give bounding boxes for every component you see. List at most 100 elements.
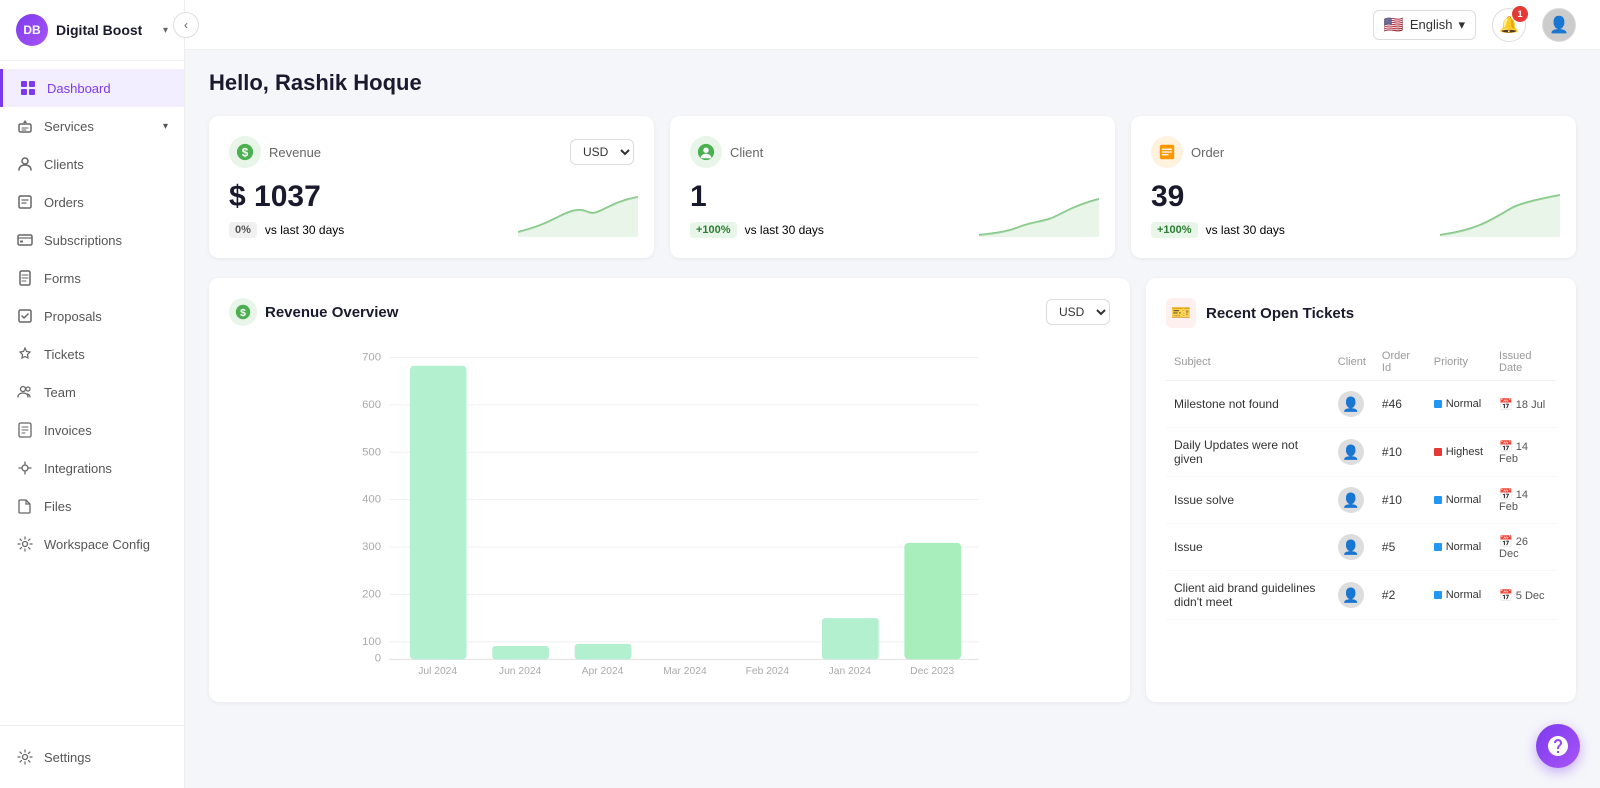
- client-cell: 👤: [1330, 381, 1374, 428]
- chevron-down-icon: ▾: [1458, 17, 1465, 33]
- client-icon: [690, 136, 722, 168]
- sidebar-item-subscriptions[interactable]: Subscriptions: [0, 221, 184, 259]
- client-card: Client 1 +100% vs last 30 days: [670, 116, 1115, 258]
- sidebar-item-orders[interactable]: Orders: [0, 183, 184, 221]
- revenue-card: $ Revenue USD EUR $ 1037 0% vs last 30 d…: [209, 116, 654, 258]
- subject-cell: Issue solve: [1166, 477, 1330, 524]
- order-id-cell: #10: [1374, 477, 1426, 524]
- sidebar-item-label: Proposals: [44, 309, 102, 324]
- sidebar-item-files[interactable]: Files: [0, 487, 184, 525]
- order-pct: +100%: [1151, 222, 1198, 238]
- workspace-icon: [16, 535, 34, 553]
- settings-icon: [16, 748, 34, 766]
- order-id-cell: #2: [1374, 571, 1426, 620]
- client-cell: 👤: [1330, 571, 1374, 620]
- sidebar-item-label: Team: [44, 385, 76, 400]
- order-icon: [1151, 136, 1183, 168]
- svg-text:Jul 2024: Jul 2024: [418, 666, 457, 677]
- chart-currency-select[interactable]: USD EUR: [1046, 299, 1110, 325]
- sidebar-item-workspace-config[interactable]: Workspace Config: [0, 525, 184, 563]
- flag-icon: 🇺🇸: [1384, 15, 1404, 35]
- client-vs-text: vs last 30 days: [745, 223, 824, 237]
- chevron-icon: ▾: [163, 121, 168, 132]
- client-label: Client: [730, 145, 763, 160]
- page-title: Hello, Rashik Hoque: [209, 70, 1576, 96]
- sidebar-item-dashboard[interactable]: Dashboard: [0, 69, 184, 107]
- sidebar-item-label: Services: [44, 119, 94, 134]
- tickets-icon: [16, 345, 34, 363]
- sidebar-item-settings[interactable]: Settings: [0, 738, 184, 776]
- col-subject: Subject: [1166, 344, 1330, 381]
- subscriptions-icon: [16, 231, 34, 249]
- date-cell: 📅 14 Feb: [1491, 477, 1556, 524]
- client-cell: 👤: [1330, 477, 1374, 524]
- sidebar-collapse-button[interactable]: ‹: [173, 12, 199, 38]
- priority-dot: [1434, 543, 1442, 551]
- sidebar-item-integrations[interactable]: Integrations: [0, 449, 184, 487]
- revenue-label: Revenue: [269, 145, 321, 160]
- svg-text:600: 600: [362, 399, 381, 411]
- revenue-icon: $: [229, 136, 261, 168]
- order-id-cell: #10: [1374, 428, 1426, 477]
- sidebar-item-invoices[interactable]: Invoices: [0, 411, 184, 449]
- revenue-vs-text: vs last 30 days: [265, 223, 344, 237]
- subject-cell: Client aid brand guidelines didn't meet: [1166, 571, 1330, 620]
- col-issued-date: Issued Date: [1491, 344, 1556, 381]
- priority-cell: Normal: [1426, 381, 1491, 428]
- sidebar-item-label: Dashboard: [47, 81, 111, 96]
- sidebar-item-team[interactable]: Team: [0, 373, 184, 411]
- stats-row: $ Revenue USD EUR $ 1037 0% vs last 30 d…: [209, 116, 1576, 258]
- priority-cell: Normal: [1426, 524, 1491, 571]
- priority-dot: [1434, 496, 1442, 504]
- col-order-id: Order Id: [1374, 344, 1426, 381]
- chart-title: Revenue Overview: [265, 304, 398, 321]
- language-selector[interactable]: 🇺🇸 English ▾: [1373, 10, 1476, 40]
- date-cell: 📅 5 Dec: [1491, 571, 1556, 620]
- help-widget[interactable]: [1536, 724, 1580, 768]
- table-row: Daily Updates were not given 👤 #10 Highe…: [1166, 428, 1556, 477]
- bottom-row: $ Revenue Overview USD EUR 700 600: [209, 278, 1576, 702]
- priority-dot: [1434, 591, 1442, 599]
- svg-text:300: 300: [362, 541, 381, 553]
- files-icon: [16, 497, 34, 515]
- sidebar-item-forms[interactable]: Forms: [0, 259, 184, 297]
- svg-text:400: 400: [362, 494, 381, 506]
- revenue-bar-chart: 700 600 500 400 300 200 100 0: [229, 342, 1110, 682]
- sidebar-item-label: Subscriptions: [44, 233, 122, 248]
- sidebar-item-tickets[interactable]: Tickets: [0, 335, 184, 373]
- sidebar-item-label: Orders: [44, 195, 84, 210]
- sidebar-item-label: Tickets: [44, 347, 85, 362]
- integrations-icon: [16, 459, 34, 477]
- tickets-card: 🎫 Recent Open Tickets Subject Client Ord…: [1146, 278, 1576, 702]
- sidebar-nav: Dashboard Services ▾ Clients: [0, 61, 184, 725]
- proposals-icon: [16, 307, 34, 325]
- date-cell: 📅 26 Dec: [1491, 524, 1556, 571]
- svg-text:200: 200: [362, 589, 381, 601]
- user-avatar[interactable]: 👤: [1542, 8, 1576, 42]
- subject-cell: Daily Updates were not given: [1166, 428, 1330, 477]
- logo-avatar: DB: [16, 14, 48, 46]
- table-row: Client aid brand guidelines didn't meet …: [1166, 571, 1556, 620]
- sidebar-item-label: Workspace Config: [44, 537, 150, 552]
- svg-text:Mar 2024: Mar 2024: [663, 666, 707, 677]
- sidebar-item-proposals[interactable]: Proposals: [0, 297, 184, 335]
- table-row: Issue 👤 #5 Normal 📅 26 Dec: [1166, 524, 1556, 571]
- subject-cell: Issue: [1166, 524, 1330, 571]
- sidebar-item-services[interactable]: Services ▾: [0, 107, 184, 145]
- sidebar-item-clients[interactable]: Clients: [0, 145, 184, 183]
- notifications-button[interactable]: 🔔 1: [1492, 8, 1526, 42]
- client-sparkline: [979, 187, 1099, 242]
- svg-text:Jan 2024: Jan 2024: [829, 666, 872, 677]
- svg-text:500: 500: [362, 446, 381, 458]
- svg-text:$: $: [240, 308, 246, 319]
- page-content: Hello, Rashik Hoque $ Revenue: [185, 50, 1600, 788]
- chart-icon: $: [229, 298, 257, 326]
- dashboard-icon: [19, 79, 37, 97]
- sidebar: DB Digital Boost ▾ Dashboard: [0, 0, 185, 788]
- app-logo[interactable]: DB Digital Boost ▾: [0, 0, 184, 61]
- main-content: 🇺🇸 English ▾ 🔔 1 👤 Hello, Rashik Hoque: [185, 0, 1600, 788]
- currency-select[interactable]: USD EUR: [570, 139, 634, 165]
- svg-text:700: 700: [362, 352, 381, 364]
- sidebar-item-label: Invoices: [44, 423, 92, 438]
- priority-cell: Normal: [1426, 477, 1491, 524]
